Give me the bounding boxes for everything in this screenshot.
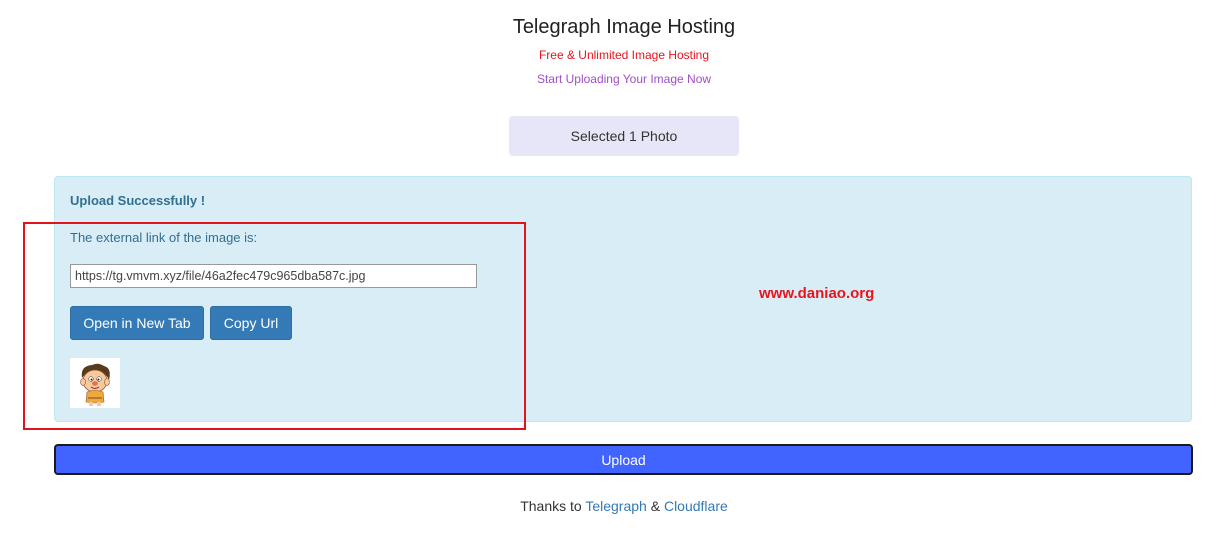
telegraph-link[interactable]: Telegraph (585, 498, 647, 514)
footer-separator: & (650, 498, 661, 514)
cloudflare-link[interactable]: Cloudflare (664, 498, 728, 514)
copy-url-button[interactable]: Copy Url (210, 306, 292, 340)
tagline-free: Free & Unlimited Image Hosting (538, 48, 710, 62)
selected-count-label: Selected 1 Photo (570, 128, 678, 144)
upload-result-panel: Upload Successfully ! The external link … (54, 176, 1192, 422)
image-url-field[interactable] (70, 264, 477, 288)
uploaded-image-thumbnail[interactable] (70, 358, 120, 408)
footer-prefix: Thanks to (520, 498, 582, 514)
cartoon-character-icon (80, 363, 110, 406)
file-selector[interactable]: Selected 1 Photo (509, 116, 739, 156)
tagline-start: Start Uploading Your Image Now (536, 72, 712, 86)
page: Telegraph Image Hosting Free & Unlimited… (0, 0, 1232, 537)
footer-credits: Thanks to Telegraph & Cloudflare (0, 498, 1232, 514)
upload-success-title: Upload Successfully ! (70, 193, 206, 208)
open-in-new-tab-button[interactable]: Open in New Tab (70, 306, 204, 340)
watermark-text: www.daniao.org (759, 285, 875, 302)
upload-button[interactable]: Upload (54, 444, 1193, 475)
page-title: Telegraph Image Hosting (512, 16, 736, 38)
external-link-label: The external link of the image is: (70, 230, 258, 245)
